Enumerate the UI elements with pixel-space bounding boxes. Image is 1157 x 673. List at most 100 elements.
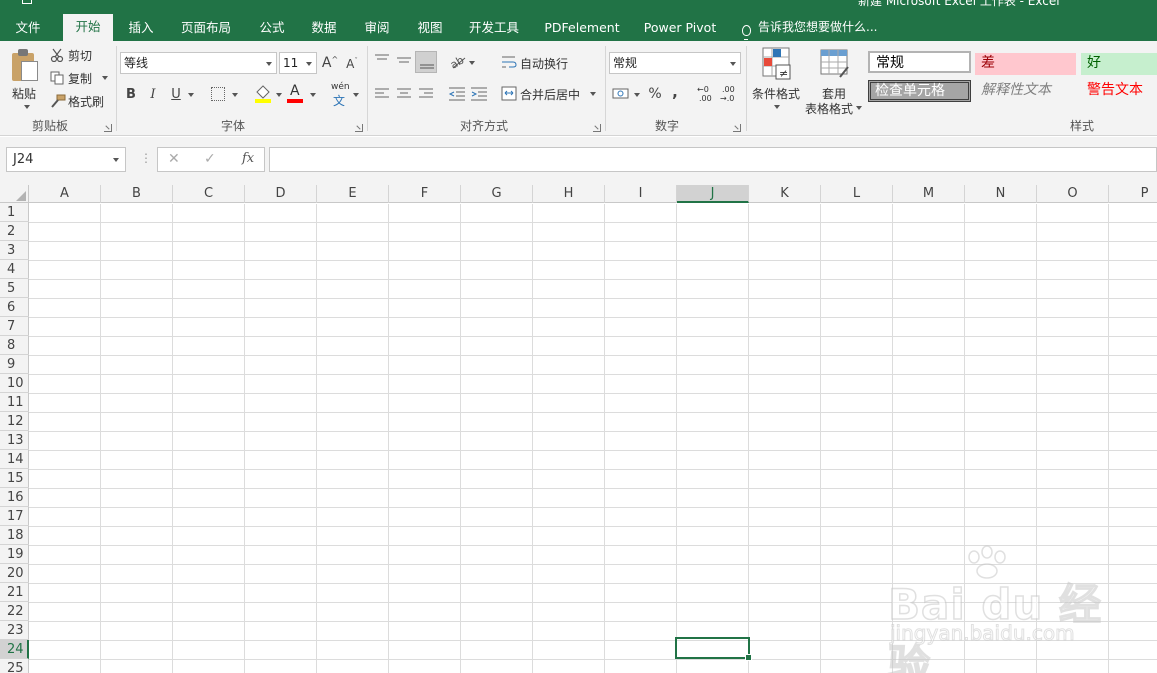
column-header[interactable]: A: [29, 185, 101, 203]
formula-input[interactable]: [269, 147, 1157, 172]
style-good[interactable]: 好: [1081, 53, 1157, 75]
tab-review[interactable]: 审阅: [355, 18, 399, 41]
style-explanatory[interactable]: 解释性文本: [975, 80, 1076, 102]
column-header[interactable]: N: [965, 185, 1037, 203]
tab-home[interactable]: 开始: [63, 14, 113, 41]
formula-bar-grip-icon[interactable]: ⋮: [140, 151, 152, 165]
row-header[interactable]: 12: [0, 412, 29, 431]
column-header[interactable]: O: [1037, 185, 1109, 203]
row-header[interactable]: 14: [0, 450, 29, 469]
row-header[interactable]: 22: [0, 602, 29, 621]
insert-function-icon[interactable]: fx: [242, 151, 254, 166]
bold-button[interactable]: B: [123, 85, 139, 103]
row-header[interactable]: 23: [0, 621, 29, 640]
save-icon[interactable]: [22, 0, 32, 4]
chevron-down-icon[interactable]: [232, 93, 238, 97]
row-header-selected[interactable]: 24: [0, 640, 29, 659]
column-header[interactable]: H: [533, 185, 605, 203]
row-header[interactable]: 11: [0, 393, 29, 412]
column-header[interactable]: M: [893, 185, 965, 203]
tab-view[interactable]: 视图: [408, 18, 452, 41]
font-size-select[interactable]: 11: [279, 52, 317, 74]
tab-page-layout[interactable]: 页面布局: [173, 18, 239, 41]
italic-button[interactable]: I: [145, 85, 161, 103]
row-header[interactable]: 4: [0, 260, 29, 279]
paste-button[interactable]: 粘贴: [6, 45, 42, 115]
phonetic-guide-button[interactable]: wén 文: [330, 82, 352, 108]
row-header[interactable]: 20: [0, 564, 29, 583]
decrease-decimal-button[interactable]: .00 →.0: [720, 85, 742, 105]
underline-button[interactable]: U: [168, 85, 184, 103]
number-format-select[interactable]: 常规: [609, 52, 741, 74]
dialog-launcher-icon[interactable]: [733, 124, 741, 132]
row-header[interactable]: 18: [0, 526, 29, 545]
border-icon[interactable]: [211, 87, 225, 101]
row-header[interactable]: 16: [0, 488, 29, 507]
row-header[interactable]: 3: [0, 241, 29, 260]
format-as-table-button[interactable]: 套用 表格格式: [804, 45, 864, 116]
chevron-down-icon[interactable]: [634, 93, 640, 97]
column-header[interactable]: D: [245, 185, 317, 203]
row-header[interactable]: 8: [0, 336, 29, 355]
fill-color-icon[interactable]: [254, 84, 272, 104]
style-bad[interactable]: 差: [975, 53, 1076, 75]
row-header[interactable]: 10: [0, 374, 29, 393]
cancel-icon[interactable]: ✕: [168, 151, 180, 167]
row-header[interactable]: 5: [0, 279, 29, 298]
chevron-down-icon[interactable]: [310, 93, 316, 97]
select-all-button[interactable]: [0, 185, 29, 203]
cut-button[interactable]: 剪切: [48, 46, 106, 64]
dialog-launcher-icon[interactable]: [104, 124, 112, 132]
row-header[interactable]: 19: [0, 545, 29, 564]
row-header[interactable]: 15: [0, 469, 29, 488]
chevron-down-icon[interactable]: [188, 93, 194, 97]
column-header[interactable]: G: [461, 185, 533, 203]
column-header[interactable]: P: [1109, 185, 1157, 203]
column-header[interactable]: K: [749, 185, 821, 203]
format-painter-button[interactable]: 格式刷: [48, 92, 110, 110]
chevron-down-icon[interactable]: [469, 61, 475, 65]
tab-pdfelement[interactable]: PDFelement: [540, 18, 624, 41]
column-header[interactable]: F: [389, 185, 461, 203]
row-header[interactable]: 6: [0, 298, 29, 317]
text-orientation-icon[interactable]: ab: [449, 52, 467, 70]
decrease-indent-icon[interactable]: [448, 86, 466, 102]
row-header[interactable]: 2: [0, 222, 29, 241]
align-middle-icon[interactable]: [396, 53, 412, 67]
align-top-icon[interactable]: [374, 53, 390, 67]
font-name-select[interactable]: 等线: [120, 52, 277, 74]
percent-style-button[interactable]: %: [646, 85, 664, 103]
style-normal[interactable]: 常规: [868, 51, 971, 73]
tab-insert[interactable]: 插入: [119, 18, 163, 41]
column-header[interactable]: I: [605, 185, 677, 203]
column-header[interactable]: B: [101, 185, 173, 203]
enter-icon[interactable]: ✓: [204, 151, 216, 167]
copy-button[interactable]: 复制: [48, 69, 110, 87]
conditional-formatting-button[interactable]: ≠ 条件格式: [750, 45, 802, 115]
increase-decimal-button[interactable]: ←0 .00: [697, 85, 719, 105]
merge-center-button[interactable]: 合并后居中: [500, 84, 598, 104]
tab-data[interactable]: 数据: [302, 18, 346, 41]
tell-me-box[interactable]: 告诉我您想要做什么...: [758, 18, 882, 41]
column-header[interactable]: L: [821, 185, 893, 203]
tab-file[interactable]: 文件: [6, 18, 50, 41]
row-header[interactable]: 1: [0, 203, 29, 222]
align-right-icon[interactable]: [418, 87, 434, 101]
row-header[interactable]: 7: [0, 317, 29, 336]
tab-formulas[interactable]: 公式: [250, 18, 294, 41]
tab-power-pivot[interactable]: Power Pivot: [638, 18, 722, 41]
shrink-font-button[interactable]: Aˇ: [344, 56, 360, 72]
name-box[interactable]: J24: [6, 147, 126, 172]
accounting-format-icon[interactable]: [612, 86, 632, 102]
style-warning[interactable]: 警告文本: [1081, 80, 1157, 102]
chevron-down-icon[interactable]: [353, 93, 359, 97]
tab-developer[interactable]: 开发工具: [461, 18, 527, 41]
column-header[interactable]: C: [173, 185, 245, 203]
row-header[interactable]: 21: [0, 583, 29, 602]
row-header[interactable]: 9: [0, 355, 29, 374]
grow-font-button[interactable]: A ^: [322, 54, 338, 72]
font-color-button[interactable]: A: [287, 83, 305, 103]
align-bottom-button[interactable]: [415, 51, 437, 73]
row-header[interactable]: 25: [0, 659, 29, 673]
increase-indent-icon[interactable]: [470, 86, 488, 102]
